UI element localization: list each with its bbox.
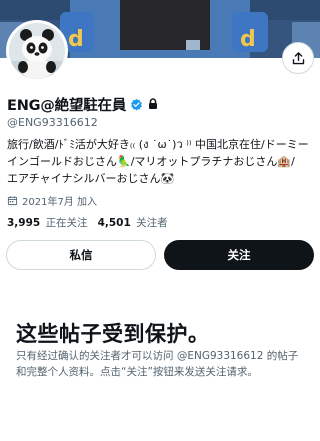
message-button[interactable]: 私信 [6, 240, 156, 270]
calendar-icon [7, 196, 18, 206]
following-label: 正在关注 [45, 217, 88, 229]
bio-line: インゴールドおじさん🦜/マリオットプラチナおじさん🏨/ [7, 155, 295, 168]
lock-icon[interactable] [147, 98, 160, 111]
protected-posts-description: 只有经过确认的关注者才可以访问 @ENG93316612 的帖子 和完整个人资料… [16, 348, 311, 380]
profile-name-row: ENG@絶望駐在員 [7, 94, 160, 115]
followers-label: 关注者 [136, 217, 168, 229]
verified-badge-icon[interactable] [130, 98, 143, 111]
following-count: 3,995 [7, 217, 41, 229]
protected-posts-title: 这些帖子受到保护。 [16, 322, 210, 346]
following-link[interactable]: 3,995 正在关注 [7, 215, 88, 230]
joined-date-row: 2021年7月 加入 [7, 193, 97, 208]
avatar-panda-image [9, 23, 65, 79]
bio-line: エアチャイナシルバーおじさん🐼 [7, 172, 175, 185]
profile-bio: 旅行/飲酒/ﾄﾞﾐ活が大好き₍₍ (ง ˙ω˙)ว ⁾⁾ 中国北京在住/ドーミー… [7, 136, 317, 187]
follow-button[interactable]: 关注 [164, 240, 314, 270]
joined-date: 2021年7月 加入 [22, 197, 97, 208]
share-icon [292, 51, 304, 64]
protected-description-line: 只有经过确认的关注者才可以访问 @ENG93316612 的帖子 [16, 350, 299, 362]
follow-stats: 3,995 正在关注 4,501 关注者 [7, 215, 168, 230]
protected-description-line: 和完整个人资料。点击“关注”按钮来发送关注请求。 [16, 366, 258, 378]
svg-text:d: d [240, 27, 256, 52]
followers-count: 4,501 [97, 217, 131, 229]
profile-handle: @ENG93316612 [7, 116, 98, 129]
share-button[interactable] [282, 42, 314, 74]
bio-line: 旅行/飲酒/ﾄﾞﾐ活が大好き₍₍ (ง ˙ω˙)ว ⁾⁾ 中国北京在住/ドーミー [7, 138, 309, 151]
svg-text:d: d [68, 27, 84, 52]
display-name: ENG@絶望駐在員 [7, 98, 127, 114]
avatar[interactable] [6, 20, 68, 82]
followers-link[interactable]: 4,501 关注者 [98, 215, 168, 230]
